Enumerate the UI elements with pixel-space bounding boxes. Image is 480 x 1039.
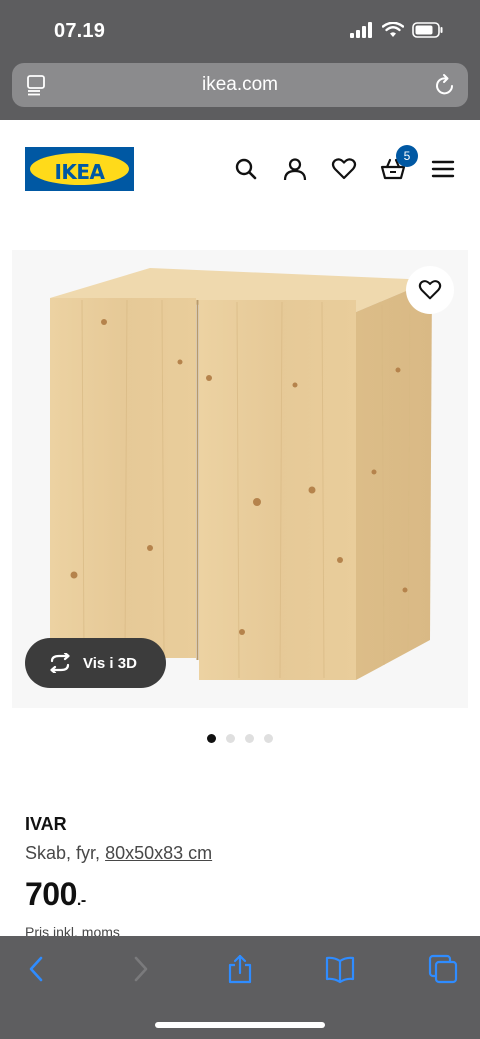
logo-text: IKEA [54, 160, 105, 184]
signal-icon [350, 22, 372, 38]
cart-count-badge[interactable]: 5 [396, 145, 418, 167]
heart-icon[interactable] [331, 156, 357, 182]
bookmarks-icon[interactable] [325, 954, 355, 984]
product-price: 700.- [25, 876, 86, 913]
battery-icon [412, 22, 443, 38]
rotate-3d-icon [50, 653, 70, 673]
menu-icon[interactable] [430, 156, 456, 182]
search-icon[interactable] [233, 156, 259, 182]
carousel-dots [0, 734, 480, 743]
account-icon[interactable] [282, 156, 308, 182]
favourite-button[interactable] [406, 266, 454, 314]
status-icons [350, 22, 444, 38]
forward-icon[interactable] [125, 954, 155, 984]
heart-icon [418, 280, 442, 300]
price-value: 700 [25, 876, 77, 912]
carousel-dot[interactable] [264, 734, 273, 743]
product-dimensions-link[interactable]: 80x50x83 cm [105, 843, 212, 863]
view-in-3d-label: Vis i 3D [83, 654, 137, 672]
product-type: Skab, fyr, [25, 843, 101, 863]
ikea-logo[interactable]: IKEA [25, 147, 134, 191]
home-indicator[interactable] [155, 1022, 325, 1028]
url-text[interactable]: ikea.com [12, 74, 468, 96]
product-description: Skab, fyr, 80x50x83 cm [25, 843, 212, 864]
wifi-icon [382, 22, 404, 37]
product-name: IVAR [25, 814, 67, 834]
site-header: IKEA 5 [0, 120, 480, 220]
status-time: 07.19 [54, 20, 106, 42]
carousel-dot[interactable] [226, 734, 235, 743]
share-icon[interactable] [225, 954, 255, 984]
address-bar[interactable]: ikea.com [12, 63, 468, 107]
logo-oval: IKEA [30, 153, 129, 185]
price-suffix: .- [76, 892, 86, 909]
back-icon[interactable] [22, 954, 52, 984]
browser-chrome: 07.19 ikea.com [0, 0, 480, 120]
tabs-icon[interactable] [428, 954, 458, 984]
carousel-dot[interactable] [207, 734, 216, 743]
view-in-3d-button[interactable]: Vis i 3D [25, 638, 166, 688]
reload-icon[interactable] [434, 73, 456, 97]
carousel-dot[interactable] [245, 734, 254, 743]
